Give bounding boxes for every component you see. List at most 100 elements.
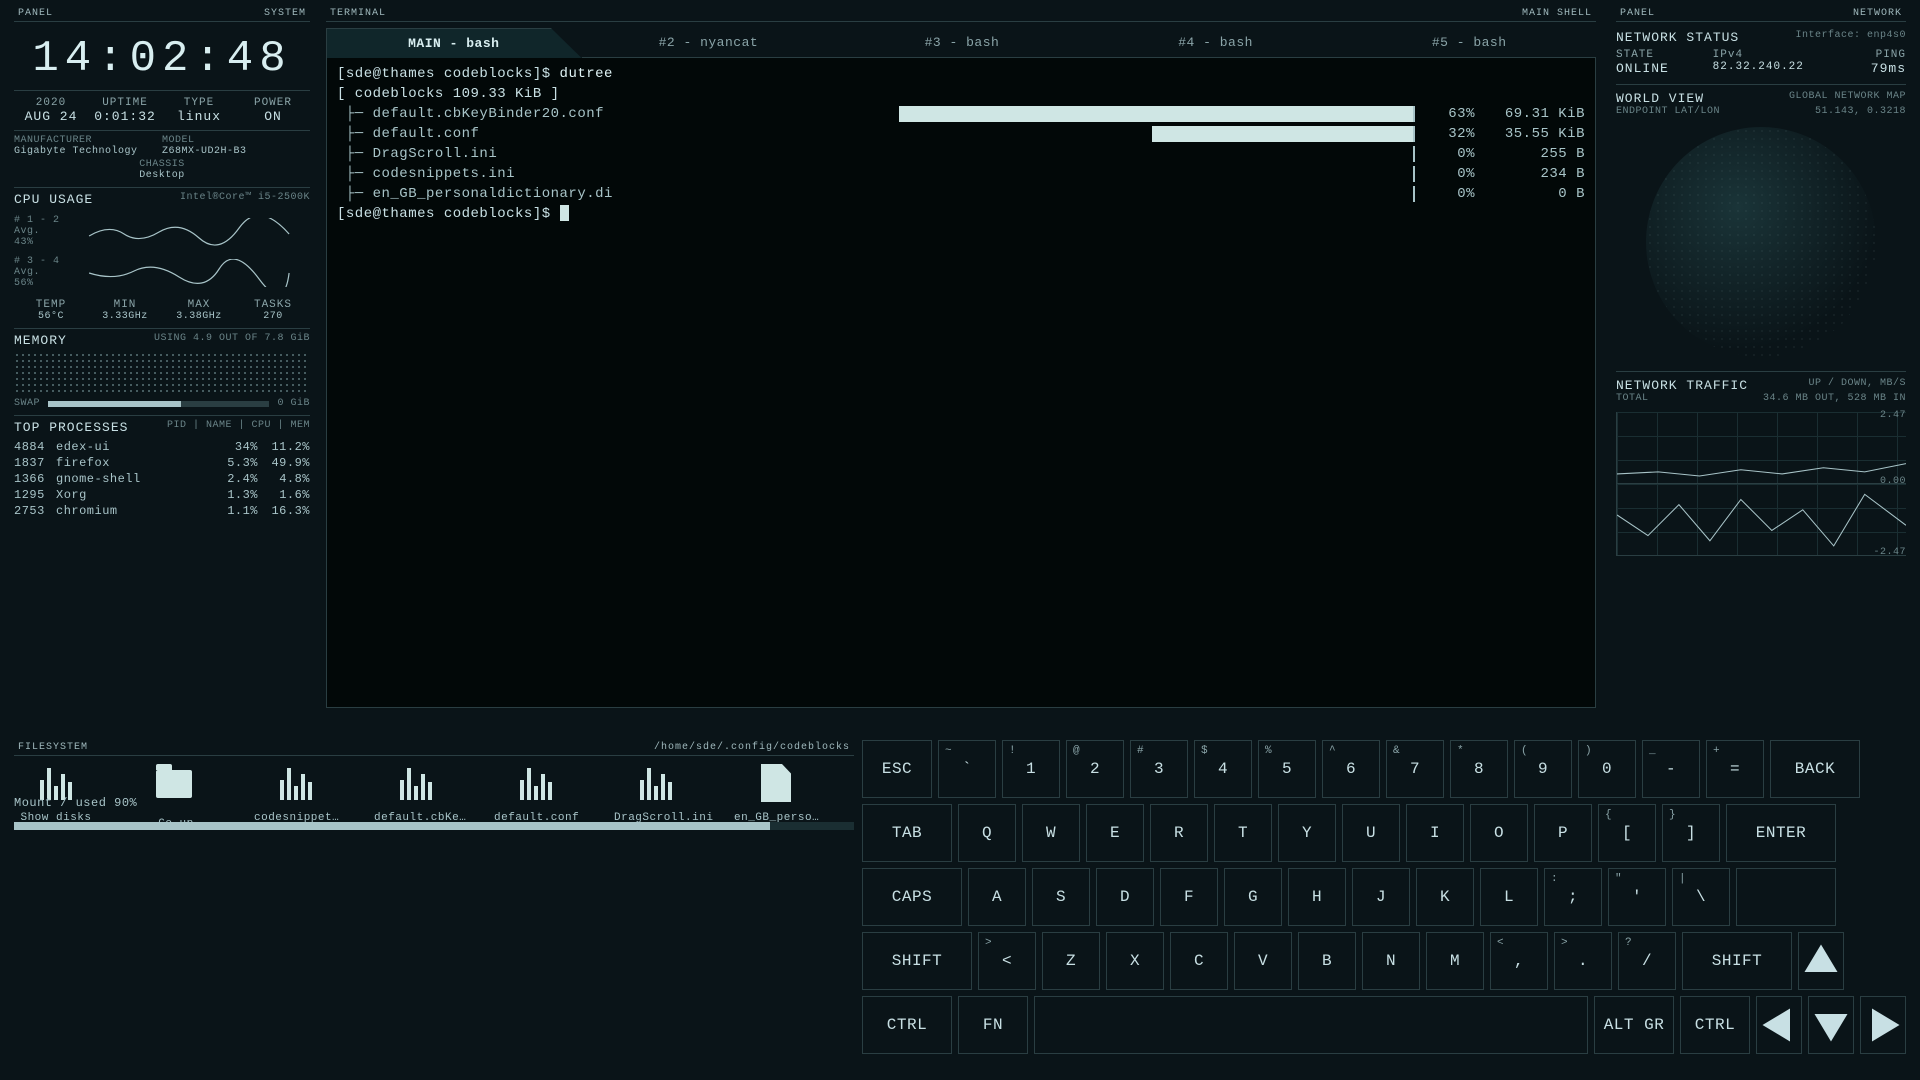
filesystem-label: FILESYSTEM: [18, 742, 88, 753]
key[interactable]: *8: [1450, 740, 1508, 798]
key[interactable]: )0: [1578, 740, 1636, 798]
traffic-chart-down: [1616, 484, 1906, 556]
key[interactable]: X: [1106, 932, 1164, 990]
key[interactable]: +=: [1706, 740, 1764, 798]
key[interactable]: P: [1534, 804, 1592, 862]
key[interactable]: B: [1298, 932, 1356, 990]
config-icon: [276, 764, 316, 800]
key[interactable]: Z: [1042, 932, 1100, 990]
key[interactable]: ~`: [938, 740, 996, 798]
terminal-tab[interactable]: #4 - bash: [1089, 28, 1343, 58]
traffic-chart-up: [1616, 412, 1906, 484]
config-icon: [396, 764, 436, 800]
key[interactable]: BACK: [1770, 740, 1860, 798]
key[interactable]: ESC: [862, 740, 932, 798]
keyboard: ESC~`!1@2#3$4%5^6&7*8(9)0_-+=BACKTABQWER…: [862, 740, 1906, 1060]
key[interactable]: &7: [1386, 740, 1444, 798]
cpu-usage-title: CPU USAGE: [14, 192, 93, 207]
key[interactable]: L: [1480, 868, 1538, 926]
memory-grid: [14, 352, 310, 392]
arrow-down-icon: [1809, 1003, 1853, 1047]
config-icon: [516, 764, 556, 800]
key[interactable]: R: [1150, 804, 1208, 862]
key[interactable]: SHIFT: [1682, 932, 1792, 990]
key[interactable]: W: [1022, 804, 1080, 862]
key[interactable]: CTRL: [862, 996, 952, 1054]
key[interactable]: }]: [1662, 804, 1720, 862]
key[interactable]: E: [1086, 804, 1144, 862]
key[interactable]: [1736, 868, 1836, 926]
key[interactable]: G: [1224, 868, 1282, 926]
key[interactable]: :;: [1544, 868, 1602, 926]
key[interactable]: |\: [1672, 868, 1730, 926]
terminal-tab[interactable]: #2 - nyancat: [582, 28, 836, 58]
key[interactable]: D: [1096, 868, 1154, 926]
key[interactable]: H: [1288, 868, 1346, 926]
dutree-row: ├─ default.conf32%35.55 KiB: [337, 124, 1585, 144]
process-row: 1366gnome-shell2.4%4.8%: [14, 471, 310, 487]
folder-icon: [156, 770, 192, 798]
top-processes-title: TOP PROCESSES: [14, 420, 128, 435]
cursor: [560, 205, 569, 221]
key[interactable]: I: [1406, 804, 1464, 862]
key[interactable]: T: [1214, 804, 1272, 862]
terminal-tab[interactable]: #3 - bash: [835, 28, 1089, 58]
arrow-left-icon: [1757, 1003, 1801, 1047]
spacebar-key[interactable]: [1034, 996, 1588, 1054]
key[interactable]: #3: [1130, 740, 1188, 798]
key[interactable]: FN: [958, 996, 1028, 1054]
network-traffic-title: NETWORK TRAFFIC: [1616, 378, 1748, 393]
key[interactable]: [1808, 996, 1854, 1054]
globe-icon: [1646, 127, 1876, 357]
key[interactable]: ?/: [1618, 932, 1676, 990]
key[interactable]: [1756, 996, 1802, 1054]
key[interactable]: CAPS: [862, 868, 962, 926]
terminal-body[interactable]: [sde@thames codeblocks]$ dutree [ codebl…: [326, 58, 1596, 708]
key[interactable]: $4: [1194, 740, 1252, 798]
key[interactable]: ENTER: [1726, 804, 1836, 862]
key[interactable]: Y: [1278, 804, 1336, 862]
process-row: 4884edex-ui34%11.2%: [14, 439, 310, 455]
key[interactable]: U: [1342, 804, 1400, 862]
key[interactable]: K: [1416, 868, 1474, 926]
process-row: 2753chromium1.1%16.3%: [14, 503, 310, 519]
cpu-spark-1: [68, 218, 310, 246]
key[interactable]: ^6: [1322, 740, 1380, 798]
dutree-row: ├─ codesnippets.ini0%234 B: [337, 164, 1585, 184]
cpu-spark-2: [68, 259, 310, 287]
key[interactable]: CTRL: [1680, 996, 1750, 1054]
key[interactable]: ALT GR: [1594, 996, 1674, 1054]
key[interactable]: _-: [1642, 740, 1700, 798]
network-status-title: NETWORK STATUS: [1616, 30, 1739, 45]
mount-usage: Mount / used 90%: [14, 796, 854, 810]
key[interactable]: V: [1234, 932, 1292, 990]
key[interactable]: <,: [1490, 932, 1548, 990]
key[interactable]: TAB: [862, 804, 952, 862]
key[interactable]: !1: [1002, 740, 1060, 798]
key[interactable]: S: [1032, 868, 1090, 926]
key[interactable]: [1860, 996, 1906, 1054]
key[interactable]: F: [1160, 868, 1218, 926]
key[interactable]: ><: [978, 932, 1036, 990]
arrow-right-icon: [1861, 1003, 1905, 1047]
key[interactable]: [1798, 932, 1844, 990]
dutree-row: ├─ DragScroll.ini0%255 B: [337, 144, 1585, 164]
key[interactable]: M: [1426, 932, 1484, 990]
key[interactable]: {[: [1598, 804, 1656, 862]
key[interactable]: A: [968, 868, 1026, 926]
key[interactable]: O: [1470, 804, 1528, 862]
terminal-tab[interactable]: MAIN - bash: [326, 28, 582, 58]
key[interactable]: N: [1362, 932, 1420, 990]
key[interactable]: J: [1352, 868, 1410, 926]
key[interactable]: Q: [958, 804, 1016, 862]
key[interactable]: (9: [1514, 740, 1572, 798]
key[interactable]: >.: [1554, 932, 1612, 990]
world-view-title: WORLD VIEW: [1616, 91, 1704, 106]
key[interactable]: @2: [1066, 740, 1124, 798]
panel-label: PANEL: [18, 8, 53, 19]
key[interactable]: SHIFT: [862, 932, 972, 990]
key[interactable]: %5: [1258, 740, 1316, 798]
key[interactable]: C: [1170, 932, 1228, 990]
key[interactable]: "': [1608, 868, 1666, 926]
terminal-tab[interactable]: #5 - bash: [1342, 28, 1596, 58]
